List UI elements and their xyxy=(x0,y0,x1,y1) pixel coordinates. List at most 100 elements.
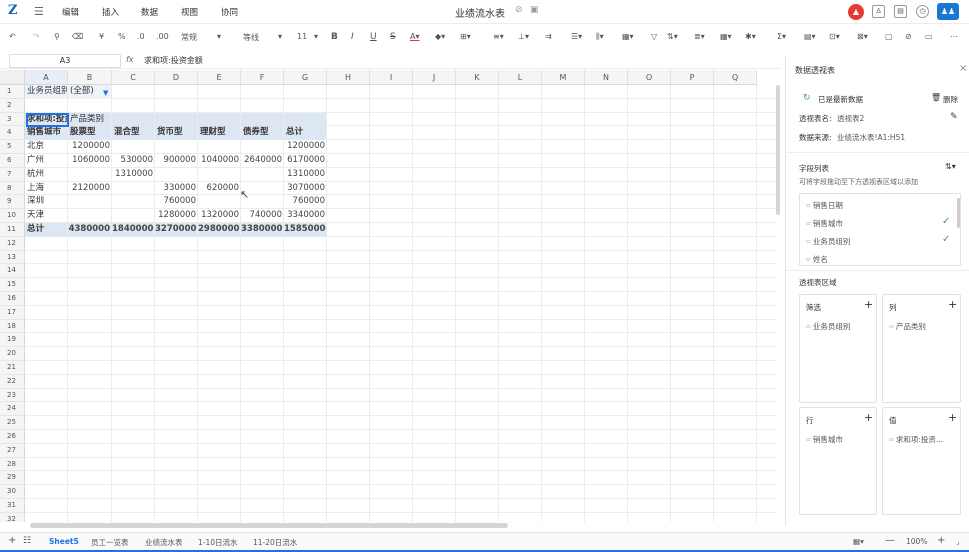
row-header[interactable]: 4 xyxy=(0,126,25,141)
column-area-item[interactable]: ═ 产品类别 xyxy=(889,321,926,332)
value-cell[interactable]: 6170000 xyxy=(284,154,326,168)
delete-button[interactable]: 删除 xyxy=(943,94,958,105)
value-cell[interactable]: 330000 xyxy=(155,182,197,196)
row-header[interactable]: 15 xyxy=(0,278,25,292)
valign-icon[interactable]: ⊥▾ xyxy=(518,32,529,41)
column-header[interactable]: N xyxy=(585,70,628,85)
add-column-icon[interactable]: + xyxy=(948,298,957,311)
underline-button[interactable]: U xyxy=(370,32,377,42)
row-area-item[interactable]: ═ 销售城市 xyxy=(806,434,843,445)
row-label[interactable]: 广州 xyxy=(25,154,67,168)
sheet-tab[interactable]: 业绩流水表 xyxy=(145,537,183,548)
row-header[interactable]: 5 xyxy=(0,140,25,154)
column-header[interactable]: M xyxy=(542,70,585,85)
value-cell[interactable] xyxy=(112,209,154,223)
comment-icon[interactable]: ▤ xyxy=(894,5,907,18)
column-header[interactable]: J xyxy=(413,70,456,85)
value-cell[interactable] xyxy=(112,140,154,154)
refresh-status[interactable]: 已是最新数据 xyxy=(818,94,863,105)
sheet-tab-active[interactable]: Sheet5 xyxy=(49,537,79,546)
zoom-out-icon[interactable]: — xyxy=(885,535,895,546)
row-header[interactable]: 1 xyxy=(0,85,25,99)
value-cell[interactable]: 1060000 xyxy=(68,154,111,168)
row-header[interactable]: 21 xyxy=(0,361,25,375)
menu-collab[interactable]: 协同 xyxy=(221,6,238,18)
field-item[interactable]: ═ 销售城市 ✓ xyxy=(806,216,954,229)
history-icon[interactable]: ◷ xyxy=(916,5,929,18)
value-cell[interactable]: 3070000 xyxy=(284,182,326,196)
list-icon[interactable]: ≣▾ xyxy=(694,32,705,41)
trash-icon[interactable]: 🗑 xyxy=(931,93,941,102)
number-format-select[interactable]: 常规 xyxy=(181,32,197,43)
zoom-in-icon[interactable]: + xyxy=(937,535,945,546)
column-header[interactable]: D xyxy=(155,70,198,85)
spreadsheet-grid[interactable]: ABCDEFGHIJKLMNOPQ 1 2 3 4 5 6 7 8 9 10 11 12 13 14 15 1… xyxy=(0,70,776,522)
collaborators-icon[interactable]: ♟♟ xyxy=(937,3,959,20)
value-cell[interactable]: 2120000 xyxy=(68,182,111,196)
horizontal-scrollbar[interactable] xyxy=(30,523,508,528)
value-area[interactable]: 值 + ═ 求和项:投资... xyxy=(882,407,961,515)
value-cell[interactable]: 620000 xyxy=(198,182,240,196)
field-item[interactable]: ═ 姓名 xyxy=(806,254,954,265)
value-cell[interactable] xyxy=(198,168,240,182)
row-header[interactable]: 2 xyxy=(0,98,25,113)
chart-icon[interactable]: ⊠▾ xyxy=(857,32,868,41)
redo-icon[interactable]: ↷ xyxy=(33,32,40,41)
edit-icon[interactable]: ✎ xyxy=(950,112,958,122)
border-icon[interactable]: ⊞▾ xyxy=(460,32,471,41)
clear-format-icon[interactable]: ⌫ xyxy=(72,32,83,41)
row-label[interactable]: 杭州 xyxy=(25,168,67,182)
value-cell[interactable]: 1200000 xyxy=(68,140,111,154)
row-header[interactable]: 31 xyxy=(0,499,25,513)
row-header[interactable]: 30 xyxy=(0,485,25,499)
fill-color-icon[interactable]: ◆▾ xyxy=(435,32,445,41)
value-cell[interactable] xyxy=(112,182,154,196)
value-cell[interactable]: 900000 xyxy=(155,154,197,168)
value-cell[interactable] xyxy=(68,195,111,209)
format-painter-icon[interactable]: ⚲ xyxy=(54,32,60,41)
row-header[interactable]: 28 xyxy=(0,457,25,472)
menu-data[interactable]: 数据 xyxy=(141,6,158,18)
sheet-icon[interactable]: ▤▾ xyxy=(804,32,816,41)
value-cell[interactable]: 1320000 xyxy=(198,209,240,223)
document-title[interactable]: 业绩流水表 xyxy=(455,5,505,20)
column-header[interactable]: C xyxy=(112,70,155,85)
image-icon[interactable]: ▢ xyxy=(885,32,893,41)
filter-icon[interactable]: ▽ xyxy=(651,32,657,41)
value-cell[interactable] xyxy=(155,140,197,154)
currency-icon[interactable]: ¥ xyxy=(99,32,104,41)
row-header[interactable]: 19 xyxy=(0,333,25,348)
add-row-icon[interactable]: + xyxy=(864,411,873,424)
value-cell[interactable]: 2640000 xyxy=(241,154,283,168)
add-value-icon[interactable]: + xyxy=(948,411,957,424)
zoom-level[interactable]: 100% xyxy=(906,537,927,546)
total-cell[interactable]: 2980000 xyxy=(198,223,240,237)
column-header[interactable]: E xyxy=(198,70,241,85)
row-header[interactable]: 7 xyxy=(0,167,25,182)
pivot-column-header[interactable]: 货币型 xyxy=(155,126,197,141)
value-cell[interactable] xyxy=(198,140,240,154)
column-header[interactable]: B xyxy=(68,70,112,85)
column-header[interactable]: F xyxy=(241,70,284,85)
pivot-row-label[interactable]: 销售城市 xyxy=(25,126,67,141)
menu-insert[interactable]: 插入 xyxy=(102,6,119,18)
undo-icon[interactable]: ↶ xyxy=(9,32,16,41)
sort-icon[interactable]: ⇅▾ xyxy=(667,32,678,41)
row-header[interactable]: 8 xyxy=(0,181,25,196)
value-cell[interactable] xyxy=(68,209,111,223)
close-icon[interactable]: × xyxy=(959,63,967,74)
value-cell[interactable]: 1310000 xyxy=(112,168,154,182)
link-icon[interactable]: ⊘ xyxy=(905,32,912,41)
pivot-column-header[interactable]: 股票型 xyxy=(68,126,111,141)
filter-dropdown-icon[interactable]: ▼ xyxy=(103,89,108,97)
column-header[interactable]: P xyxy=(671,70,714,85)
cond-format-icon[interactable]: ▦▾ xyxy=(622,32,634,41)
value-cell[interactable]: 3340000 xyxy=(284,209,326,223)
value-area-item[interactable]: ═ 求和项:投资... xyxy=(889,434,943,445)
pivot-column-header[interactable]: 理财型 xyxy=(198,126,240,141)
font-color-icon[interactable]: A▾ xyxy=(410,32,420,41)
sheet-tab[interactable]: 11-20日流水 xyxy=(253,537,297,548)
column-header[interactable]: Q xyxy=(714,70,757,85)
pivot-column-label[interactable]: 产品类别 xyxy=(68,112,111,127)
row-header[interactable]: 22 xyxy=(0,374,25,389)
